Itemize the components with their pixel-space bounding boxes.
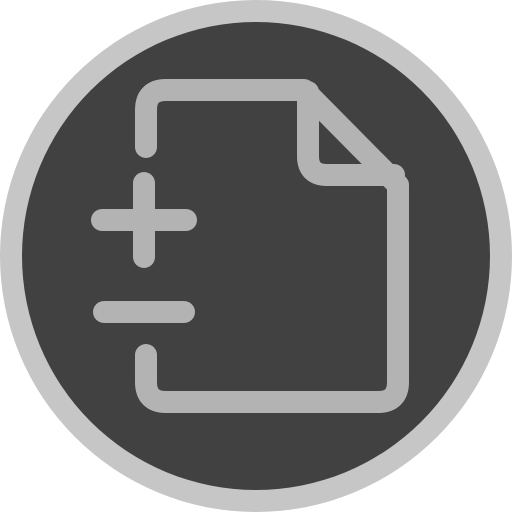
app-icon	[0, 0, 512, 512]
file-diff-icon	[0, 0, 512, 512]
